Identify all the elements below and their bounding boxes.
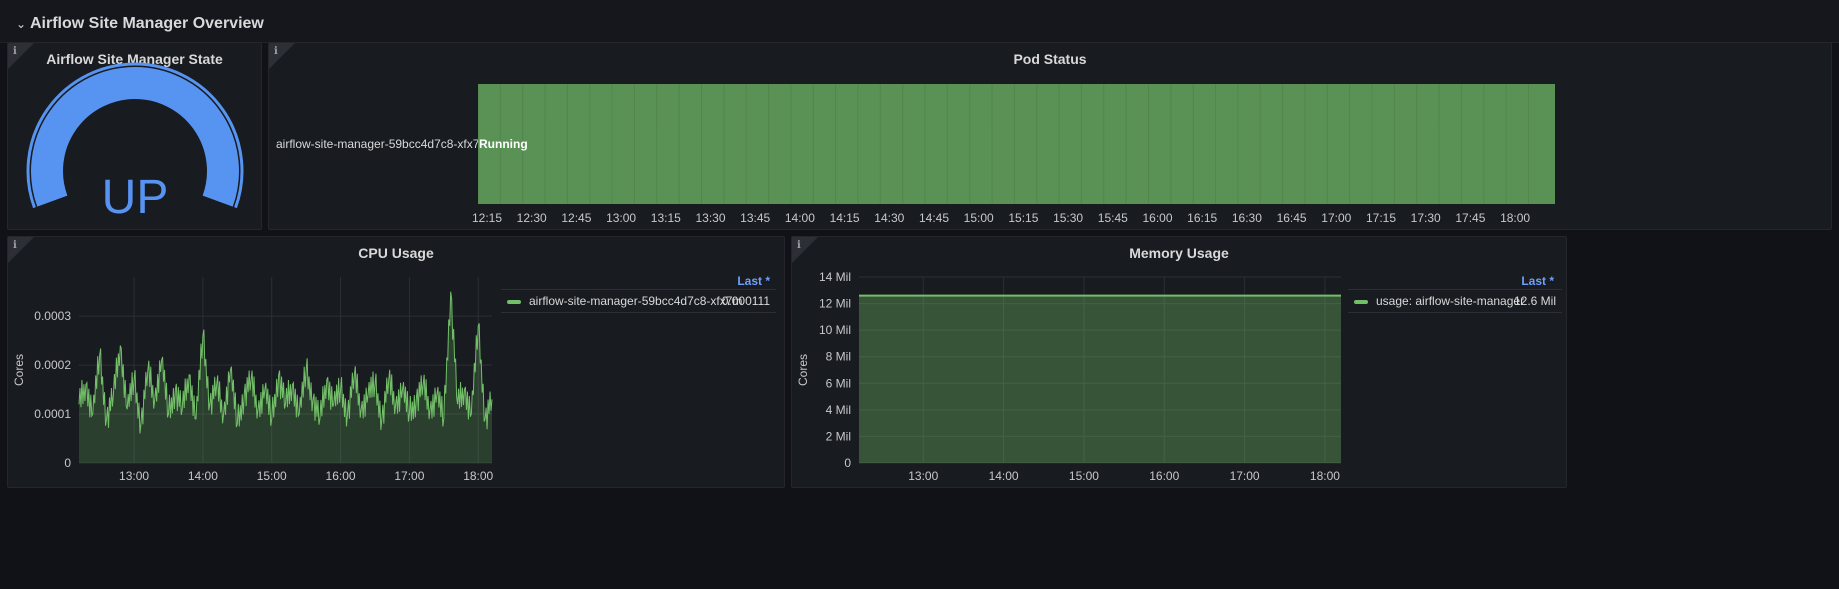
y-tick-label: 14 Mil bbox=[819, 270, 851, 284]
pod-time-tick: 15:15 bbox=[1008, 211, 1038, 225]
chevron-down-icon[interactable]: ⌄ bbox=[16, 17, 26, 31]
y-tick-label: 2 Mil bbox=[826, 429, 851, 443]
x-tick-label: 16:00 bbox=[326, 469, 356, 483]
legend-swatch bbox=[1354, 300, 1368, 304]
x-tick-label: 14:00 bbox=[989, 469, 1019, 483]
legend-item[interactable]: airflow-site-manager-59bcc4d7c8-xfx7m 0.… bbox=[501, 289, 776, 313]
gauge-value: UP bbox=[102, 171, 169, 224]
y-axis-label: Cores bbox=[12, 354, 26, 386]
legend-sort-header[interactable]: Last * bbox=[737, 274, 770, 288]
y-tick-label: 0.0001 bbox=[34, 407, 71, 421]
y-tick-label: 0.0002 bbox=[34, 358, 71, 372]
pod-name-label: airflow-site-manager-59bcc4d7c8-xfx7m bbox=[276, 137, 490, 151]
x-tick-label: 17:00 bbox=[1230, 469, 1260, 483]
pod-time-tick: 13:15 bbox=[651, 211, 681, 225]
pod-time-tick: 15:00 bbox=[964, 211, 994, 225]
legend-item[interactable]: usage: airflow-site-manager 12.6 Mil bbox=[1348, 289, 1562, 313]
memory-chart[interactable]: 0 2 Mil 4 Mil 6 Mil 8 Mil 10 Mil 12 Mil 14 Mil 1… bbox=[792, 237, 1348, 488]
pod-state-bar[interactable]: Running bbox=[478, 84, 1555, 204]
pod-time-tick: 13:00 bbox=[606, 211, 636, 225]
pod-time-tick: 12:30 bbox=[517, 211, 547, 225]
gauge-svg: UP bbox=[26, 62, 244, 224]
pod-time-tick: 15:30 bbox=[1053, 211, 1083, 225]
x-tick-label: 13:00 bbox=[119, 469, 149, 483]
pod-time-tick: 13:30 bbox=[695, 211, 725, 225]
memory-usage-panel: i Memory Usage 02 Mil 4 Mil 6 Mil 8 Mil 10 M… bbox=[791, 236, 1567, 488]
legend-swatch bbox=[507, 300, 521, 304]
pod-time-axis: 12:15 12:30 12:45 13:00 13:15 13:30 13:45 14:00… bbox=[472, 211, 1530, 225]
y-axis-label: Cores bbox=[796, 354, 810, 386]
pod-time-tick: 17:30 bbox=[1411, 211, 1441, 225]
pod-time-tick: 18:00 bbox=[1500, 211, 1530, 225]
pod-status-panel: i Pod Status airflow-site-manager-59bcc4… bbox=[268, 42, 1832, 230]
pod-state-label: Running bbox=[479, 137, 528, 151]
series-area bbox=[79, 291, 492, 463]
legend-sort-header[interactable]: Last * bbox=[1521, 274, 1554, 288]
y-tick-label: 6 Mil bbox=[826, 376, 851, 390]
cpu-chart[interactable]: 0 0.0001 0.0002 0.0003 13:00 14:00 15:00 16:00 1… bbox=[8, 237, 498, 488]
pod-time-tick: 17:15 bbox=[1366, 211, 1396, 225]
pod-time-tick: 13:45 bbox=[740, 211, 770, 225]
y-tick-label: 12 Mil bbox=[819, 297, 851, 311]
pod-time-tick: 17:45 bbox=[1455, 211, 1485, 225]
y-tick-label: 4 Mil bbox=[826, 403, 851, 417]
legend-last-value: 12.6 Mil bbox=[1513, 294, 1556, 308]
series-area bbox=[859, 295, 1341, 463]
y-tick-label: 0.0003 bbox=[34, 309, 71, 323]
x-tick-label: 17:00 bbox=[394, 469, 424, 483]
x-tick-label: 15:00 bbox=[257, 469, 287, 483]
cpu-usage-panel: i CPU Usage 0 0.0001 0.0002 0.0003 13:00 14:0… bbox=[7, 236, 785, 488]
pod-time-tick: 16:15 bbox=[1187, 211, 1217, 225]
pod-time-tick: 14:00 bbox=[785, 211, 815, 225]
legend-last-value: 0.000111 bbox=[721, 294, 770, 308]
pod-time-tick: 12:15 bbox=[472, 211, 502, 225]
x-tick-label: 13:00 bbox=[908, 469, 938, 483]
x-tick-label: 18:00 bbox=[1310, 469, 1340, 483]
pod-time-tick: 12:45 bbox=[561, 211, 591, 225]
panel-title[interactable]: Pod Status bbox=[269, 51, 1831, 67]
y-tick-label: 0 bbox=[844, 456, 851, 470]
pod-time-tick: 16:30 bbox=[1232, 211, 1262, 225]
y-tick-label: 10 Mil bbox=[819, 323, 851, 337]
pod-time-tick: 16:00 bbox=[1142, 211, 1172, 225]
x-tick-label: 16:00 bbox=[1149, 469, 1179, 483]
pod-grid bbox=[478, 84, 1529, 204]
pod-time-tick: 14:15 bbox=[830, 211, 860, 225]
pod-time-tick: 15:45 bbox=[1098, 211, 1128, 225]
x-tick-label: 18:00 bbox=[463, 469, 493, 483]
row-header[interactable]: ⌄ Airflow Site Manager Overview bbox=[0, 0, 1839, 43]
state-gauge-panel: i Airflow Site Manager State UP bbox=[7, 42, 262, 230]
legend-series-name: airflow-site-manager-59bcc4d7c8-xfx7m bbox=[529, 294, 743, 308]
legend-series-name: usage: airflow-site-manager bbox=[1376, 294, 1525, 308]
x-tick-label: 14:00 bbox=[188, 469, 218, 483]
pod-time-tick: 14:45 bbox=[919, 211, 949, 225]
x-tick-label: 15:00 bbox=[1069, 469, 1099, 483]
pod-time-tick: 16:45 bbox=[1277, 211, 1307, 225]
row-title[interactable]: Airflow Site Manager Overview bbox=[30, 15, 264, 33]
pod-time-tick: 14:30 bbox=[874, 211, 904, 225]
y-tick-label: 8 Mil bbox=[826, 350, 851, 364]
y-tick-label: 0 bbox=[64, 456, 71, 470]
pod-time-tick: 17:00 bbox=[1321, 211, 1351, 225]
